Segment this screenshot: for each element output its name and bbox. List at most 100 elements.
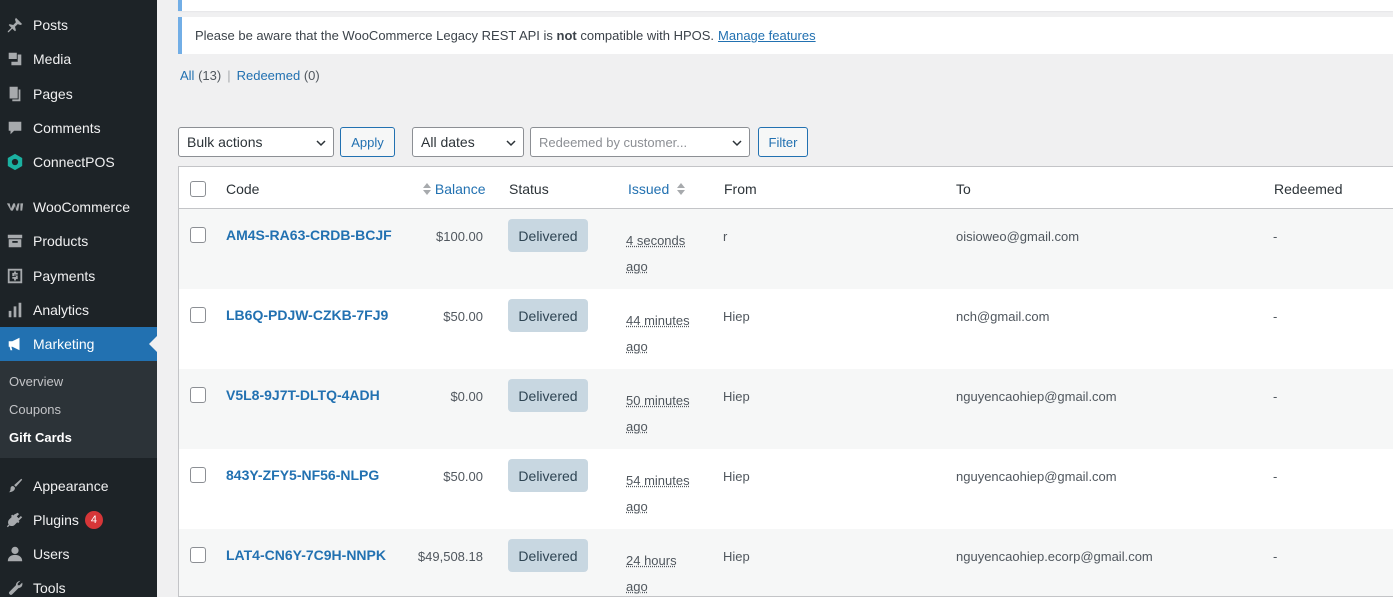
notice-top-partial — [178, 0, 1393, 11]
menu-label: Marketing — [33, 336, 94, 352]
balance-value: $49,508.18 — [418, 549, 483, 564]
column-redeemed: Redeemed — [1274, 181, 1343, 197]
menu-label: Products — [33, 233, 88, 249]
bar-chart-icon — [5, 300, 25, 320]
chevron-down-icon — [505, 137, 517, 149]
notice-text-after: compatible with HPOS. — [577, 28, 714, 43]
from-value: Hiep — [723, 389, 750, 404]
select-all-checkbox[interactable] — [190, 181, 206, 197]
brush-icon — [5, 476, 25, 496]
submenu-overview[interactable]: Overview — [9, 374, 63, 389]
menu-item-connectpos[interactable]: ConnectPOS — [0, 145, 157, 179]
update-count-badge: 4 — [85, 511, 103, 529]
redeemed-value: - — [1273, 229, 1277, 244]
user-icon — [5, 544, 25, 564]
column-issued[interactable]: Issued — [628, 181, 685, 197]
menu-item-users[interactable]: Users — [0, 537, 157, 571]
from-value: Hiep — [723, 309, 750, 324]
column-issued-label: Issued — [628, 181, 669, 197]
pages-icon — [5, 84, 25, 104]
row-checkbox[interactable] — [190, 227, 206, 243]
archive-icon — [5, 231, 25, 251]
status-badge: Delivered — [508, 299, 588, 332]
comment-icon — [5, 118, 25, 138]
redeemed-value: - — [1273, 309, 1277, 324]
dates-select[interactable]: All dates — [412, 127, 524, 157]
gift-card-code-link[interactable]: LB6Q-PDJW-CZKB-7FJ9 — [226, 307, 388, 323]
column-to: To — [956, 181, 971, 197]
menu-item-plugins[interactable]: Plugins 4 — [0, 503, 157, 537]
status-badge: Delivered — [508, 459, 588, 492]
menu-label: Posts — [33, 17, 68, 33]
balance-value: $100.00 — [436, 229, 483, 244]
status-badge: Delivered — [508, 219, 588, 252]
issued-date: 50 minutes ago — [626, 388, 696, 440]
row-checkbox[interactable] — [190, 387, 206, 403]
row-checkbox[interactable] — [190, 547, 206, 563]
to-value: nguyencaohiep@gmail.com — [956, 389, 1117, 404]
issued-date: 24 hours ago — [626, 548, 696, 597]
issued-date: 4 seconds ago — [626, 228, 696, 280]
plugin-icon — [5, 510, 25, 530]
chevron-down-icon — [315, 137, 327, 149]
sort-arrows-icon — [677, 183, 685, 195]
menu-item-appearance[interactable]: Appearance — [0, 469, 157, 503]
menu-item-woocommerce[interactable]: WooCommerce — [0, 190, 157, 224]
table-row: LAT4-CN6Y-7C9H-NNPK $49,508.18 Delivered… — [179, 529, 1393, 597]
column-balance[interactable]: Balance — [423, 181, 485, 197]
notice-bold: not — [557, 28, 577, 43]
megaphone-icon — [5, 334, 25, 354]
from-value: Hiep — [723, 549, 750, 564]
hpos-notice: Please be aware that the WooCommerce Leg… — [178, 17, 1393, 54]
menu-item-payments[interactable]: Payments — [0, 259, 157, 293]
menu-item-media[interactable]: Media — [0, 42, 157, 76]
woo-icon — [5, 197, 25, 217]
sort-arrows-icon — [423, 183, 431, 195]
filter-button[interactable]: Filter — [758, 127, 808, 157]
status-badge: Delivered — [508, 539, 588, 572]
row-checkbox[interactable] — [190, 467, 206, 483]
menu-item-products[interactable]: Products — [0, 224, 157, 258]
table-row: 843Y-ZFY5-NF56-NLPG $50.00 Delivered 54 … — [179, 449, 1393, 529]
menu-label: Plugins — [33, 512, 79, 528]
redeemed-count: (0) — [304, 68, 320, 83]
column-status: Status — [509, 181, 549, 197]
column-balance-label: Balance — [435, 181, 486, 197]
from-value: Hiep — [723, 469, 750, 484]
gift-card-code-link[interactable]: AM4S-RA63-CRDB-BCJF — [226, 227, 392, 243]
table-row: LB6Q-PDJW-CZKB-7FJ9 $50.00 Delivered 44 … — [179, 289, 1393, 369]
view-redeemed-link[interactable]: Redeemed (0) — [237, 68, 320, 83]
table-row: V5L8-9J7T-DLTQ-4ADH $0.00 Delivered 50 m… — [179, 369, 1393, 449]
apply-button[interactable]: Apply — [340, 127, 395, 157]
row-checkbox[interactable] — [190, 307, 206, 323]
issued-date: 54 minutes ago — [626, 468, 696, 520]
pin-icon — [5, 15, 25, 35]
menu-item-marketing[interactable]: Marketing — [0, 327, 157, 361]
bulk-actions-value: Bulk actions — [187, 134, 262, 150]
redeemed-value: - — [1273, 389, 1277, 404]
media-icon — [5, 49, 25, 69]
manage-features-link[interactable]: Manage features — [718, 28, 816, 43]
redeemed-value: - — [1273, 469, 1277, 484]
menu-item-analytics[interactable]: Analytics — [0, 293, 157, 327]
balance-value: $0.00 — [450, 389, 483, 404]
menu-label: Media — [33, 51, 71, 67]
table-header: Code Balance Status Issued From To Redee… — [179, 167, 1393, 209]
balance-value: $50.00 — [443, 309, 483, 324]
view-filters: All (13) | Redeemed (0) — [180, 68, 320, 83]
menu-label: Payments — [33, 268, 95, 284]
menu-item-posts[interactable]: Posts — [0, 8, 157, 42]
customer-select[interactable]: Redeemed by customer... — [530, 127, 750, 157]
dates-value: All dates — [421, 134, 475, 150]
gift-card-code-link[interactable]: 843Y-ZFY5-NF56-NLPG — [226, 467, 379, 483]
menu-item-tools[interactable]: Tools — [0, 571, 157, 597]
wrench-icon — [5, 578, 25, 597]
view-all-link[interactable]: All (13) — [180, 68, 221, 83]
menu-item-comments[interactable]: Comments — [0, 111, 157, 145]
submenu-coupons[interactable]: Coupons — [9, 402, 61, 417]
gift-card-code-link[interactable]: V5L8-9J7T-DLTQ-4ADH — [226, 387, 380, 403]
bulk-actions-select[interactable]: Bulk actions — [178, 127, 334, 157]
menu-item-pages[interactable]: Pages — [0, 77, 157, 111]
submenu-gift-cards[interactable]: Gift Cards — [9, 430, 72, 445]
gift-card-code-link[interactable]: LAT4-CN6Y-7C9H-NNPK — [226, 547, 386, 563]
